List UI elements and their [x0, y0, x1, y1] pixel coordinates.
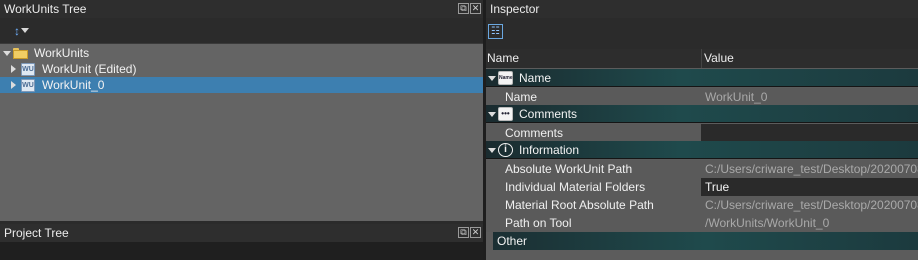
comment-bubble-icon: •••: [498, 107, 513, 121]
app-root: WorkUnits Tree ⧉ ✕ ↕ WorkUnits WU WorkUn…: [0, 0, 918, 260]
workunit-icon: WU: [21, 79, 35, 92]
property-row-material-root-path[interactable]: Material Root Absolute Path C:/Users/cri…: [486, 196, 918, 214]
category-label: Information: [519, 143, 580, 157]
property-grid: Name Value Name Name Name WorkUnit_0 •••…: [486, 49, 918, 260]
categorized-view-button[interactable]: ☷: [488, 24, 503, 39]
property-row-name[interactable]: Name WorkUnit_0: [486, 88, 918, 106]
property-name: Individual Material Folders: [486, 178, 701, 196]
category-label: Name: [519, 71, 552, 85]
property-value-input[interactable]: [701, 124, 918, 142]
collapse-toggle-icon[interactable]: [488, 76, 496, 81]
column-header-value[interactable]: Value: [701, 49, 918, 68]
tree-item-workunit-edited[interactable]: WU WorkUnit (Edited): [0, 61, 483, 77]
property-row-absolute-path[interactable]: Absolute WorkUnit Path C:/Users/criware_…: [486, 160, 918, 178]
inspector-panel-title: Inspector: [490, 2, 540, 16]
property-value-dropdown[interactable]: True: [701, 178, 918, 196]
tree-item-workunit-0[interactable]: WU WorkUnit_0: [0, 77, 483, 93]
expand-toggle-icon[interactable]: [11, 81, 16, 89]
sort-icon: ↕: [14, 23, 20, 38]
expand-toggle-icon[interactable]: [3, 51, 11, 56]
workunits-toolbar: ↕: [0, 18, 483, 43]
column-header-name[interactable]: Name: [486, 49, 701, 68]
inspector-toolbar: ☷: [486, 18, 918, 46]
chevron-down-icon: [21, 28, 29, 33]
workunits-panel-title: WorkUnits Tree: [4, 2, 87, 16]
property-row-comments[interactable]: Comments: [486, 124, 918, 142]
collapse-toggle-icon[interactable]: [488, 148, 496, 153]
float-panel-button[interactable]: ⧉: [458, 227, 469, 238]
category-information[interactable]: i Information: [486, 141, 918, 159]
tree-item-label: WorkUnit_0: [42, 78, 105, 92]
close-panel-button[interactable]: ✕: [470, 3, 481, 14]
float-panel-button[interactable]: ⧉: [458, 3, 469, 14]
tree-item-label: WorkUnit (Edited): [42, 62, 137, 76]
property-value[interactable]: C:/Users/criware_test/Desktop/20200708_: [701, 160, 918, 178]
list-view-icon: ☷: [491, 26, 500, 37]
close-panel-button[interactable]: ✕: [470, 227, 481, 238]
property-name: Absolute WorkUnit Path: [486, 160, 701, 178]
folder-open-icon: [13, 48, 28, 59]
property-value[interactable]: C:/Users/criware_test/Desktop/20200708: [701, 196, 918, 214]
workunits-tree: WorkUnits WU WorkUnit (Edited) WU WorkUn…: [0, 43, 483, 221]
property-name: Path on Tool: [486, 214, 701, 232]
property-row-individual-material-folders[interactable]: Individual Material Folders True: [486, 178, 918, 196]
workunits-panel-header: WorkUnits Tree ⧉ ✕: [0, 0, 483, 18]
tree-item-workunits[interactable]: WorkUnits: [0, 45, 483, 61]
property-row-path-on-tool[interactable]: Path on Tool /WorkUnits/WorkUnit_0: [486, 214, 918, 232]
expand-toggle-icon[interactable]: [11, 65, 16, 73]
inspector-panel-header: Inspector: [486, 0, 918, 18]
category-other[interactable]: Other: [493, 232, 918, 250]
project-panel-header: Project Tree ⧉ ✕: [0, 224, 483, 242]
property-name: Material Root Absolute Path: [486, 196, 701, 214]
property-value[interactable]: /WorkUnits/WorkUnit_0: [701, 214, 918, 232]
name-tag-icon: Name: [498, 71, 513, 85]
category-label: Comments: [519, 107, 578, 121]
sort-order-button[interactable]: ↕: [14, 22, 29, 39]
project-tree: [0, 242, 483, 260]
info-icon: i: [498, 143, 513, 157]
collapse-toggle-icon[interactable]: [488, 112, 496, 117]
category-name[interactable]: Name Name: [486, 69, 918, 87]
workunits-window-buttons: ⧉ ✕: [458, 3, 481, 14]
workunit-icon: WU: [21, 63, 35, 76]
property-name: Name: [486, 88, 701, 106]
project-panel-title: Project Tree: [4, 226, 69, 240]
property-value[interactable]: WorkUnit_0: [701, 88, 918, 106]
tree-item-label: WorkUnits: [34, 46, 90, 60]
category-comments[interactable]: ••• Comments: [486, 105, 918, 123]
project-window-buttons: ⧉ ✕: [458, 227, 481, 238]
property-name: Comments: [486, 124, 701, 142]
